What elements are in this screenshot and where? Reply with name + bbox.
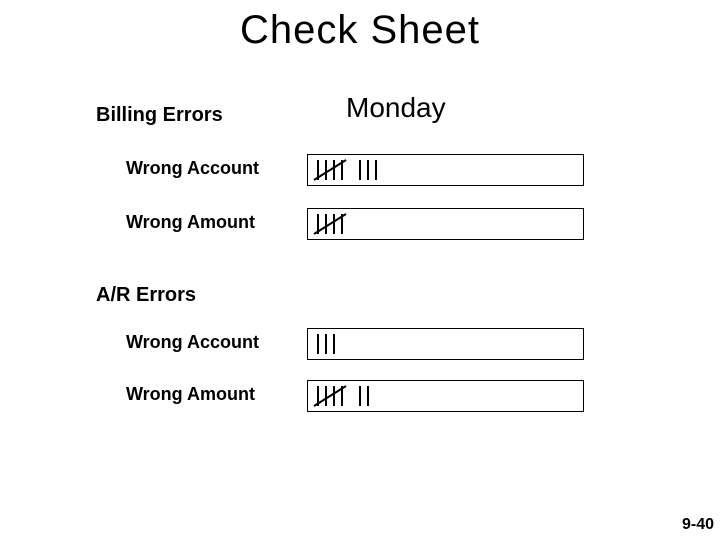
page-title: Check Sheet xyxy=(0,8,720,53)
row-label-ar-wrong-amount: Wrong Amount xyxy=(126,384,255,405)
row-label-ar-wrong-account: Wrong Account xyxy=(126,332,259,353)
slide-number: 9-40 xyxy=(682,516,714,534)
row-label-billing-wrong-amount: Wrong Amount xyxy=(126,212,255,233)
column-header-day: Monday xyxy=(346,92,446,124)
tally-marks-icon xyxy=(312,383,402,409)
tally-cell-billing-wrong-account xyxy=(307,154,584,186)
row-label-billing-wrong-account: Wrong Account xyxy=(126,158,259,179)
tally-marks-icon xyxy=(312,331,362,357)
tally-cell-ar-wrong-amount xyxy=(307,380,584,412)
tally-marks-icon xyxy=(312,157,422,183)
tally-cell-billing-wrong-amount xyxy=(307,208,584,240)
section-label-billing: Billing Errors xyxy=(96,104,223,127)
tally-cell-ar-wrong-account xyxy=(307,328,584,360)
tally-marks-icon xyxy=(312,211,372,237)
section-label-ar: A/R Errors xyxy=(96,284,196,307)
